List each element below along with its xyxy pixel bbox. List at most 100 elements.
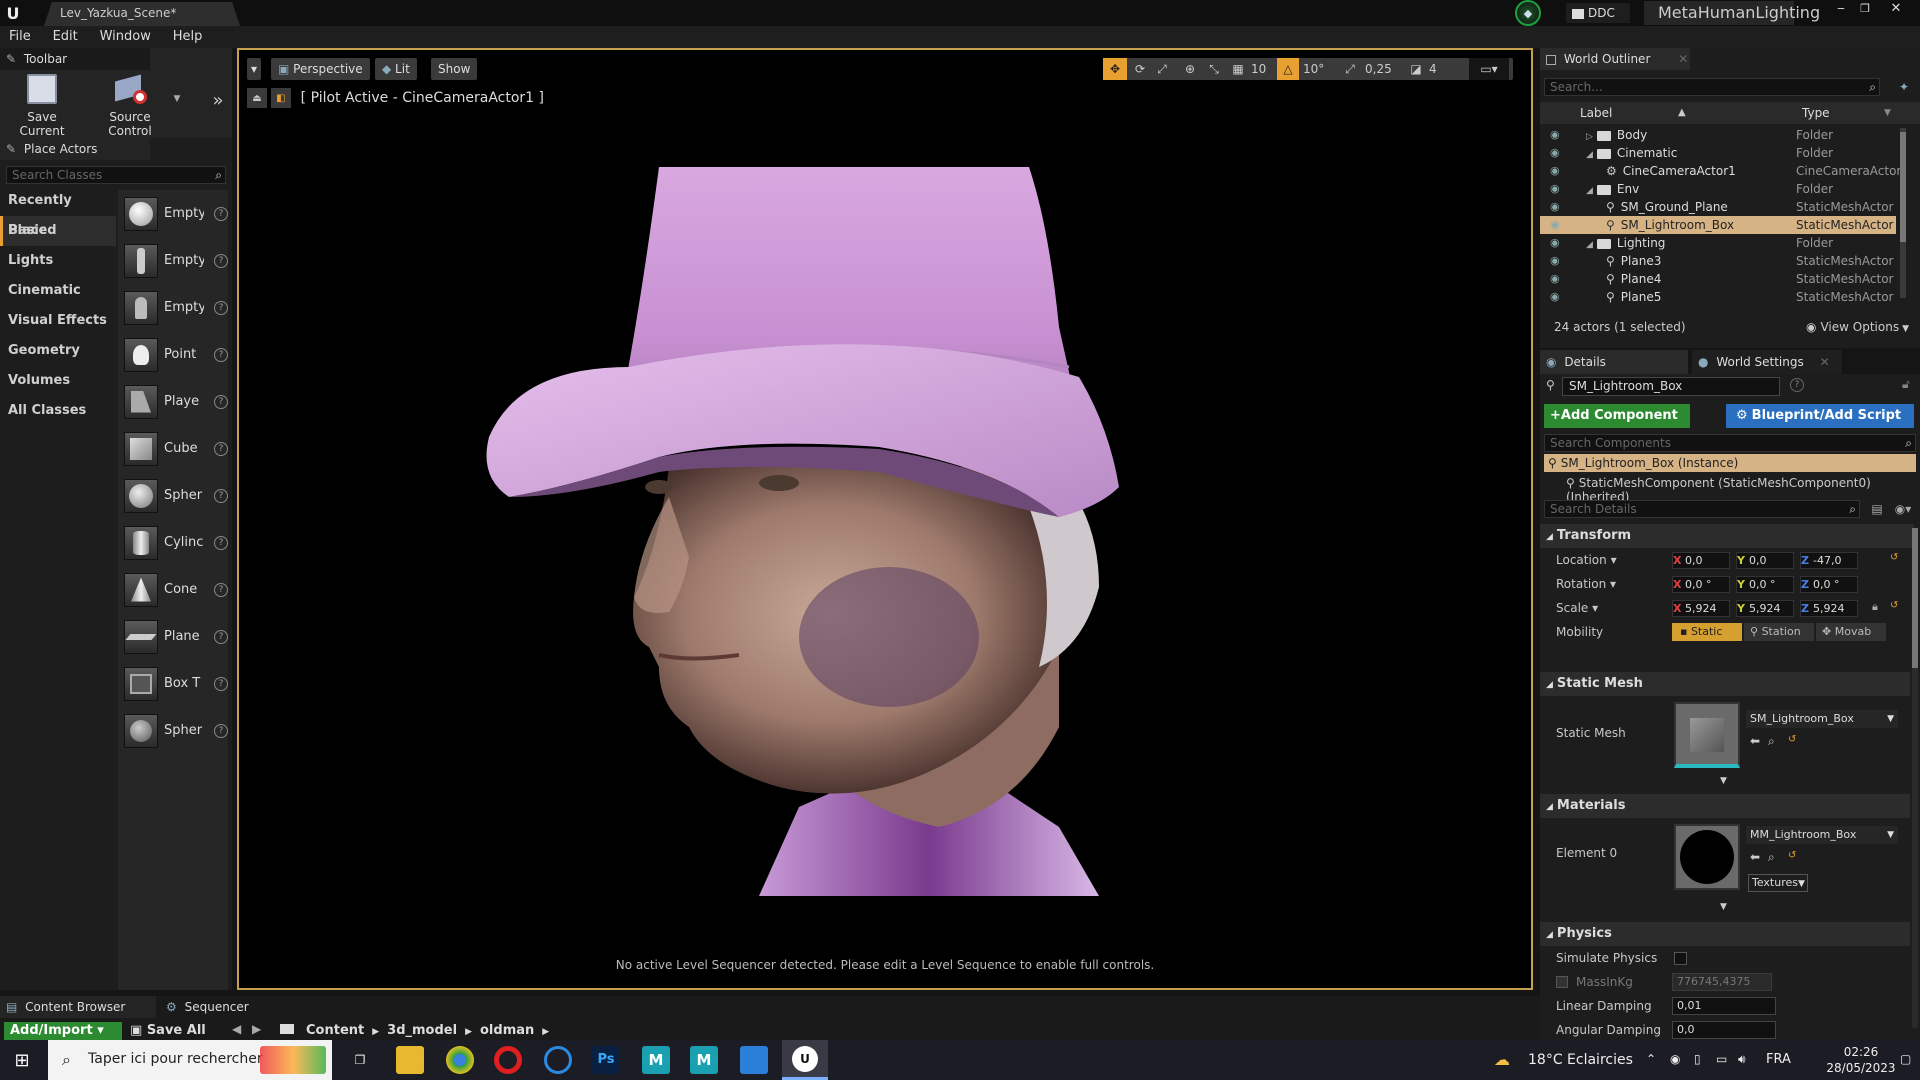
expand-icon[interactable]: ▼ [1720,776,1727,786]
camera-speed-value[interactable]: 4 [1429,58,1447,80]
taskbar-search-box[interactable]: ⌕ Taper ici pour rechercher [48,1040,332,1080]
location-y-field[interactable]: Y 0,0 [1736,552,1794,569]
visibility-eye-icon[interactable]: ◉ [1550,198,1560,216]
outliner-search-input[interactable]: Search... [1544,78,1880,96]
browse-icon[interactable]: ⌕ [1768,734,1775,749]
rotation-snap-icon[interactable]: △ [1277,58,1299,80]
outliner-row[interactable]: ◉ ◢ Env Folder [1540,180,1896,198]
reset-icon[interactable]: ↺ [1788,850,1796,861]
visibility-eye-icon[interactable]: ◉ [1550,288,1560,306]
breadcrumb-item[interactable]: 3d_model [387,1023,457,1038]
notification-icon[interactable]: ▢ [1900,1052,1911,1066]
category-recently-placed[interactable]: Recently Placed [0,186,116,238]
translate-icon[interactable]: ✥ [1103,58,1127,80]
rotation-z-field[interactable]: Z 0,0 ° [1800,576,1858,593]
maya-alt-icon[interactable]: M [690,1046,718,1074]
expand-arrow-icon[interactable]: ◢ [1586,186,1593,196]
static-mesh-dropdown[interactable]: SM_Lightroom_Box ▼ [1746,710,1898,728]
add-component-button[interactable]: +Add Component [1544,404,1690,428]
level-tab[interactable]: Lev_Yazkua_Scene* [44,2,240,26]
actor-item[interactable]: Plane? [118,613,228,660]
search-components-input[interactable]: Search Components [1544,434,1916,452]
breadcrumb-item[interactable]: oldman [480,1023,534,1038]
weather-label[interactable]: 18°C Eclaircies [1528,1052,1633,1068]
rotation-x-field[interactable]: X 0,0 ° [1672,576,1730,593]
category-basic[interactable]: Basic [0,216,116,246]
tray-chevron-icon[interactable]: ⌃ [1646,1052,1656,1066]
mobility-stationary-button[interactable]: ⚲ Station [1744,623,1814,641]
transform-header[interactable]: ◢ Transform [1540,524,1914,548]
scale-label[interactable]: Scale ▾ [1556,596,1598,620]
help-icon[interactable]: ? [214,535,228,550]
tray-battery-icon[interactable]: ▯ [1694,1052,1701,1066]
task-view-icon[interactable]: ❐ [348,1048,372,1072]
visibility-eye-icon[interactable]: ◉ [1550,180,1560,198]
outliner-row[interactable]: ◉ ▷ Body Folder [1540,126,1896,144]
menu-help[interactable]: Help [164,26,212,48]
source-control-status-icon[interactable]: ◆ [1508,0,1548,26]
menu-file[interactable]: File [0,26,40,48]
grid-snap-value[interactable]: 10 [1251,58,1273,80]
close-icon[interactable]: ✕ [1880,0,1912,16]
actor-item[interactable]: Playe? [118,378,228,425]
material-thumbnail[interactable] [1674,824,1740,890]
materials-header[interactable]: ◢ Materials [1540,794,1910,818]
perspective-button[interactable]: ▣ Perspective [271,58,370,80]
actor-item[interactable]: Cylinc? [118,519,228,566]
outliner-col-type[interactable]: Type [1802,102,1830,124]
visibility-eye-icon[interactable]: ◉ [1550,252,1560,270]
outliner-add-icon[interactable]: ✦ [1896,78,1912,96]
grid-snap-icon[interactable]: ▦ [1227,58,1249,80]
blueprint-add-script-button[interactable]: ⚙ Blueprint/Add Script [1726,404,1914,428]
visibility-eye-icon[interactable]: ◉ [1550,126,1560,144]
toolbar-overflow-icon[interactable]: » [208,90,228,111]
outliner-row[interactable]: ◉ ⚲ SM_Ground_Plane StaticMeshActor [1540,198,1896,216]
details-tab[interactable]: ◉ Details [1540,350,1688,374]
save-all-button[interactable]: ▣ Save All [130,1022,210,1040]
use-selected-icon[interactable]: ⬅ [1750,734,1760,748]
layout-icon[interactable]: ▭▾ [1469,58,1509,80]
visibility-eye-icon[interactable]: ◉ [1550,162,1560,180]
lit-button[interactable]: ◆ Lit [375,58,417,80]
scale-x-field[interactable]: X 5,924 [1672,600,1730,617]
maya-icon[interactable]: M [642,1046,670,1074]
category-visual-effects[interactable]: Visual Effects [0,306,116,336]
reset-icon[interactable]: ↺ [1890,600,1898,611]
windows-start-icon[interactable]: ⊞ [10,1048,34,1072]
photoshop-icon[interactable]: Ps [592,1046,620,1074]
sequencer-tab[interactable]: ⚙ Sequencer [160,996,280,1018]
help-icon[interactable]: ? [214,723,228,738]
help-icon[interactable]: ? [214,253,228,268]
details-scrollbar[interactable] [1912,528,1918,1028]
world-settings-tab[interactable]: ● World Settings ✕ [1692,350,1842,374]
menu-window[interactable]: Window [91,26,160,48]
close-tab-icon[interactable]: ✕ [1820,355,1830,369]
lock-icon[interactable]: 🔓︎ [1902,377,1910,392]
help-icon[interactable]: ? [1790,378,1804,392]
simulate-physics-checkbox[interactable] [1674,952,1687,965]
column-options-icon[interactable]: ▼ [1884,102,1891,124]
static-mesh-thumbnail[interactable] [1674,702,1740,768]
category-geometry[interactable]: Geometry [0,336,116,366]
minimize-icon[interactable]: ‒ [1830,0,1852,16]
viewport-options-button[interactable]: ▾ [247,58,262,80]
source-control-button[interactable]: Source Control [88,74,172,138]
help-icon[interactable]: ? [214,206,228,221]
unreal-taskbar-button[interactable]: U [782,1040,828,1080]
actor-item[interactable]: Spher? [118,707,228,754]
reset-icon[interactable]: ↺ [1788,734,1796,745]
scale-z-field[interactable]: Z 5,924 [1800,600,1858,617]
expand-arrow-icon[interactable]: ◢ [1586,150,1593,160]
world-outliner-tab[interactable]: World Outliner ✕ [1540,48,1690,70]
ddc-status[interactable]: DDC [1566,3,1630,23]
actor-item[interactable]: Empty? [118,284,228,331]
outliner-row[interactable]: ◉ ⚲ Plane3 StaticMeshActor [1540,252,1896,270]
location-z-field[interactable]: Z -47,0 [1800,552,1858,569]
c-app-icon[interactable] [544,1046,572,1074]
rotate-icon[interactable]: ⟳ [1129,58,1151,80]
place-actors-tab[interactable]: ✎ Place Actors [0,138,150,160]
outliner-scrollbar[interactable] [1900,128,1906,298]
actor-name-field[interactable]: SM_Lightroom_Box [1562,377,1780,396]
file-explorer-icon[interactable] [396,1046,424,1074]
visibility-eye-icon[interactable]: ◉ [1550,270,1560,288]
